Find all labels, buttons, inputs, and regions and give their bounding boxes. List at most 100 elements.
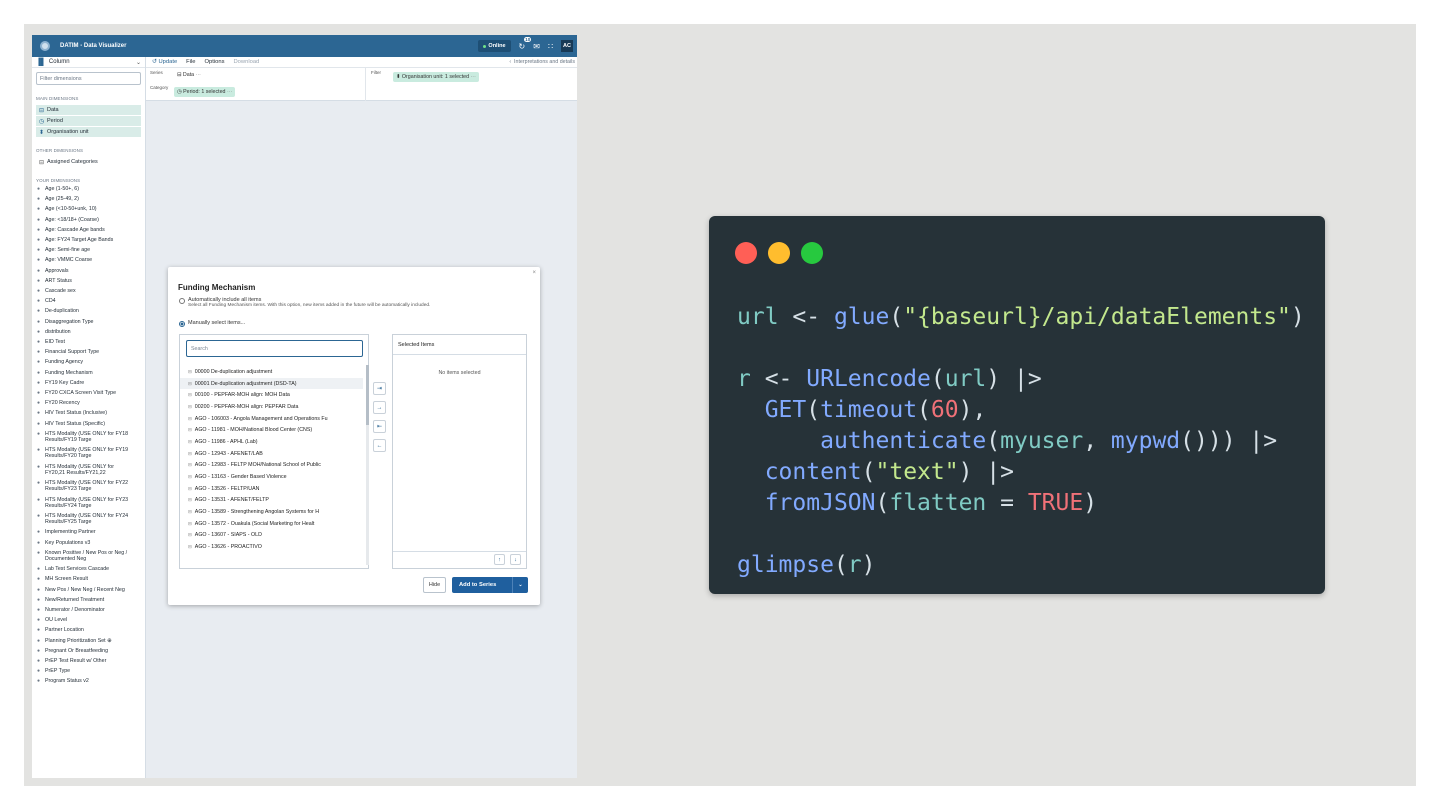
option-item[interactable]: ⊟ AGO - 12943 - AFENET/LAB — [180, 448, 363, 460]
option-item[interactable]: ⊟ AGO - 11986 - APHL (Lab) — [180, 436, 363, 448]
option-item[interactable]: ⊟ 00100 - PEPFAR-MOH align: MOH Data — [180, 389, 363, 401]
options-menu[interactable]: Options — [205, 59, 225, 65]
dimension-list-item[interactable]: ● MH Screen Result — [36, 574, 145, 584]
option-item[interactable]: ⊟ AGO - 13626 - PROACTIVO — [180, 541, 363, 553]
dimension-list-item[interactable]: ● Numerator / Denominator — [36, 605, 145, 615]
chevron-down-icon[interactable]: ⌄ — [512, 577, 528, 593]
other-dimension-item[interactable]: ⊟ Assigned Categories — [36, 157, 141, 167]
option-item[interactable]: ⊟ AGO - 106003 - Angola Management and Op… — [180, 413, 363, 425]
dimension-list-item[interactable]: ● HTS Modality (USE ONLY for FY18 Results… — [36, 429, 145, 445]
dimension-list-item[interactable]: ● Disaggregation Type — [36, 317, 145, 327]
search-input[interactable]: Search — [186, 340, 363, 357]
option-item[interactable]: ⊟ AGO - 11981 - MOH/National Blood Center… — [180, 424, 363, 436]
manual-select-radio[interactable]: Manually select items... — [179, 320, 245, 327]
move-down-button[interactable]: ↓ — [510, 554, 521, 565]
dimension-list-item[interactable]: ● Cascade sex — [36, 286, 145, 296]
select-button[interactable]: → — [373, 401, 386, 414]
dimension-list-item[interactable]: ● Financial Support Type — [36, 347, 145, 357]
file-menu[interactable]: File — [186, 59, 195, 65]
deselect-all-button[interactable]: ⇤ — [373, 420, 386, 433]
funding-mechanism-dialog: × Funding Mechanism Automatically includ… — [168, 267, 540, 605]
dimension-list-item[interactable]: ● HTS Modality (USE ONLY for FY23 Results… — [36, 495, 145, 511]
main-dimension-item[interactable]: ⊟ Data — [36, 105, 141, 115]
dimension-list-item[interactable]: ● FY20 Recency — [36, 398, 145, 408]
option-item[interactable]: ⊟ 00200 - PEPFAR-MOH align: PEPFAR Data — [180, 401, 363, 413]
dimension-list-item[interactable]: ● FY19 Key Cadre — [36, 378, 145, 388]
options-scrollbar[interactable] — [366, 365, 369, 565]
dimension-list-item[interactable]: ● New Pos / New Neg / Recent Neg — [36, 585, 145, 595]
dimension-list-item[interactable]: ● De-duplication — [36, 306, 145, 316]
dhis2-logo-icon[interactable] — [40, 41, 50, 51]
dimension-list-item[interactable]: ● Key Populations v3 — [36, 538, 145, 548]
messages-icon[interactable]: ✉ — [533, 42, 540, 51]
dimension-list-item[interactable]: ● Funding Agency — [36, 357, 145, 367]
visualization-type-select[interactable]: ▐▌ Column ⌄ — [32, 57, 145, 68]
avatar[interactable]: AC — [561, 40, 573, 52]
dimension-list-item[interactable]: ● HIV Test Status (Specific) — [36, 419, 145, 429]
dimension-list-item[interactable]: ● PrEP Type — [36, 666, 145, 676]
dimension-list-item[interactable]: ● Age: VMMC Coarse — [36, 255, 145, 265]
option-item[interactable]: ⊟ AGO - 13526 - FELTP/UAN — [180, 483, 363, 495]
interpretations-toggle[interactable]: ‹ Interpretations and details — [509, 59, 577, 65]
code-token: GET — [764, 397, 807, 423]
dimension-list-item[interactable]: ● Age (1-50+, 6) — [36, 184, 145, 194]
dimension-list-item[interactable]: ● FY20 CXCA Screen Visit Type — [36, 388, 145, 398]
dimension-list-item[interactable]: ● HTS Modality (USE ONLY for FY19 Results… — [36, 445, 145, 461]
category-period-chip[interactable]: ◷ Period: 1 selected ··· — [174, 87, 236, 97]
dimension-list-item[interactable]: ● Funding Mechanism — [36, 368, 145, 378]
dimension-list-item[interactable]: ● HTS Modality (USE ONLY for FY22 Results… — [36, 478, 145, 494]
dimension-list-item[interactable]: ● Known Positive / New Pos or Neg / Docum… — [36, 548, 145, 564]
dimension-list-item[interactable]: ● OU Level — [36, 615, 145, 625]
main-dimension-item[interactable]: ◷ Period — [36, 116, 141, 126]
apps-menu-icon[interactable]: ∷ — [548, 42, 553, 51]
dimension-list-item[interactable]: ● PrEP Test Result w/ Other — [36, 656, 145, 666]
option-item[interactable]: ⊟ AGO - 12983 - FELTP MOH/National School… — [180, 460, 363, 472]
filter-dimensions-input[interactable]: Filter dimensions — [36, 72, 141, 85]
move-up-button[interactable]: ↑ — [494, 554, 505, 565]
hide-button[interactable]: Hide — [423, 577, 446, 593]
dimension-list-item[interactable]: ● EID Test — [36, 337, 145, 347]
update-button[interactable]: ↺ Update — [152, 59, 177, 65]
option-item[interactable]: ⊟ AGO - 13607 - SIAPS - OLD — [180, 530, 363, 542]
download-menu[interactable]: Download — [234, 59, 260, 65]
dimension-list-item[interactable]: ● Program Status v2 — [36, 676, 145, 686]
dimension-list-item[interactable]: ● HTS Modality (USE ONLY for FY20,21 Resu… — [36, 462, 145, 478]
auto-include-radio[interactable]: Automatically include all items Select al… — [179, 297, 430, 308]
code-window: url <- glue("{baseurl}/api/dataElements"… — [709, 216, 1325, 594]
option-item[interactable]: ⊟ AGO - 13589 - Strengthening Angolan Sys… — [180, 506, 363, 518]
dimension-list-item[interactable]: ● distribution — [36, 327, 145, 337]
dimension-list-item[interactable]: ● Approvals — [36, 266, 145, 276]
dimension-list-item[interactable]: ● Age (25-49, 2) — [36, 194, 145, 204]
interpretations-icon[interactable]: ↻ 10 — [519, 36, 532, 51]
dimension-list-item[interactable]: ● Age: FY24 Target Age Bands — [36, 235, 145, 245]
dimension-list-item[interactable]: ● Age: <18/18+ (Coarse) — [36, 215, 145, 225]
dimension-list-item[interactable]: ● CD4 — [36, 296, 145, 306]
dimension-list-item[interactable]: ● ART Status — [36, 276, 145, 286]
dimension-dot-icon: ● — [37, 359, 41, 366]
dimension-list-item[interactable]: ● Pregnant Or Breastfeeding — [36, 646, 145, 656]
dimension-list-item[interactable]: ● Age: Semi-fine age — [36, 245, 145, 255]
option-item[interactable]: ⊟ AGO - 13572 - Ouakula (Social Marketing… — [180, 518, 363, 530]
main-dimension-item[interactable]: ⬍ Organisation unit — [36, 127, 141, 137]
dimension-list-item[interactable]: ● Age: Cascade Age bands — [36, 225, 145, 235]
option-item[interactable]: ⊟ AGO - 13163 - Gender Based Violence — [180, 471, 363, 483]
dimension-label: Known Positive / New Pos or Neg / Docume… — [45, 549, 128, 562]
dimension-list-item[interactable]: ● HIV Test Status (Inclusive) — [36, 408, 145, 418]
dimension-list-item[interactable]: ● Age (<10-50+unk, 10) — [36, 204, 145, 214]
filter-orgunit-chip[interactable]: ⬍ Organisation unit: 1 selected ··· — [393, 72, 479, 82]
dimension-label: Age (1-50+, 6) — [45, 186, 80, 192]
dimension-list-item[interactable]: ● Planning Prioritization Set ⊕ — [36, 636, 145, 646]
series-data-chip[interactable]: ⊟ Data ··· — [174, 70, 204, 80]
dimension-list-item[interactable]: ● Implementing Partner — [36, 527, 145, 537]
add-to-series-button[interactable]: Add to Series ⌄ — [452, 577, 528, 593]
select-all-button[interactable]: ⇥ — [373, 382, 386, 395]
dimension-list-item[interactable]: ● New/Returned Treatment — [36, 595, 145, 605]
option-item[interactable]: ⊟ AGO - 13531 - AFENET/FELTP — [180, 495, 363, 507]
deselect-button[interactable]: ← — [373, 439, 386, 452]
dimension-list-item[interactable]: ● Lab Test Services Cascade — [36, 564, 145, 574]
close-icon[interactable]: × — [532, 270, 536, 276]
option-item[interactable]: ⊟ 00000 De-duplication adjustment — [180, 366, 363, 378]
option-item[interactable]: ⊟ 00001 De-duplication adjustment (DSD-TA… — [180, 377, 363, 390]
dimension-list-item[interactable]: ● HTS Modality (USE ONLY for FY24 Results… — [36, 511, 145, 527]
dimension-list-item[interactable]: ● Partner Location — [36, 625, 145, 635]
